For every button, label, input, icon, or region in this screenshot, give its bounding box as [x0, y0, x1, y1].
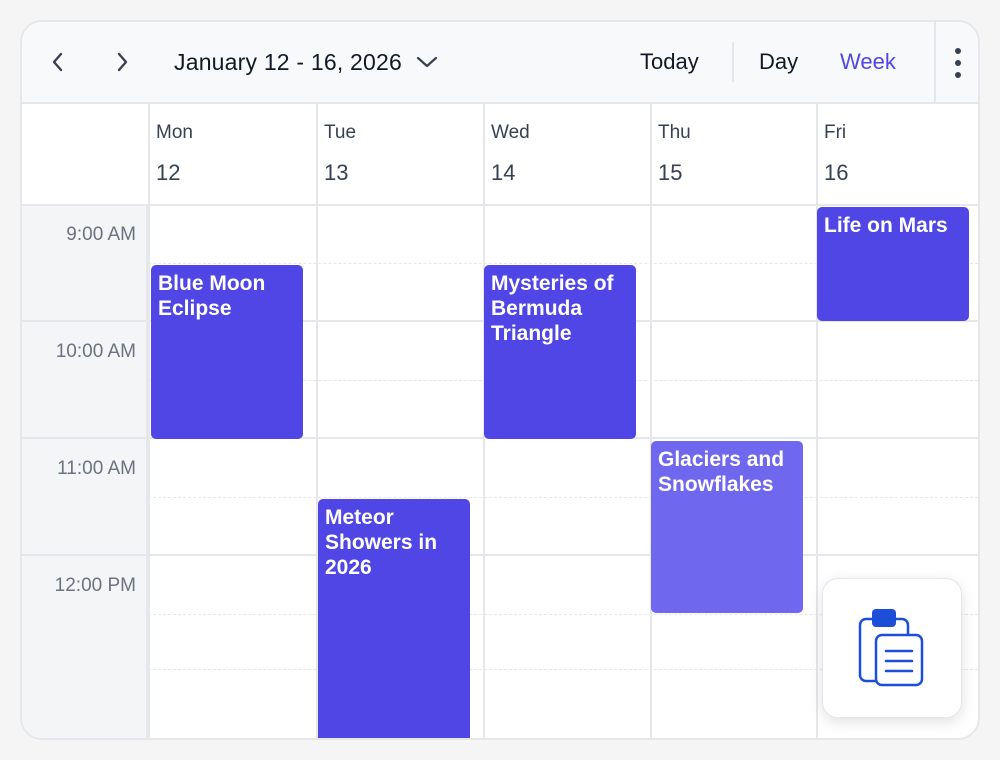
today-button[interactable]: Today: [640, 44, 699, 80]
next-button[interactable]: [108, 48, 136, 76]
event-card[interactable]: Blue Moon Eclipse: [151, 265, 303, 439]
time-gutter: 9:00 AM 10:00 AM 11:00 AM 12:00 PM: [22, 206, 148, 738]
grid-half-hour-line: [148, 497, 978, 498]
week-view-button[interactable]: Week: [840, 44, 896, 80]
day-header-fri[interactable]: Fri 16: [818, 104, 978, 204]
day-header-tue[interactable]: Tue 13: [318, 104, 483, 204]
toolbar-divider: [732, 42, 734, 82]
day-name: Tue: [324, 122, 357, 143]
more-options-button[interactable]: [950, 48, 966, 78]
chevron-right-icon: [117, 52, 128, 72]
event-card[interactable]: Glaciers and Snowflakes: [651, 441, 803, 613]
day-date: 13: [324, 160, 349, 185]
date-range-dropdown[interactable]: January 12 - 16, 2026: [174, 44, 438, 80]
day-header-thu[interactable]: Thu 15: [652, 104, 816, 204]
clipboard-button[interactable]: [822, 578, 962, 718]
kebab-dot-icon: [955, 72, 961, 78]
time-label: 12:00 PM: [54, 575, 136, 596]
time-label: 11:00 AM: [57, 458, 136, 479]
event-card[interactable]: Meteor Showers in 2026: [318, 499, 470, 738]
event-card[interactable]: Mysteries of Bermuda Triangle: [484, 265, 636, 439]
grid-column-line: [650, 104, 652, 738]
event-title: Meteor Showers in 2026: [325, 506, 438, 579]
event-card[interactable]: Life on Mars: [817, 207, 969, 321]
event-title: Glaciers and Snowflakes: [658, 448, 785, 496]
day-name: Wed: [491, 122, 530, 143]
day-header-row: Mon 12 Tue 13 Wed 14 Thu 15 Fri 16: [22, 104, 978, 206]
calendar-widget: January 12 - 16, 2026 Today Day Week Mon…: [20, 20, 980, 740]
previous-button[interactable]: [44, 48, 72, 76]
grid-column-line: [816, 104, 818, 738]
day-name: Thu: [658, 122, 691, 143]
event-title: Life on Mars: [824, 214, 948, 237]
day-view-button[interactable]: Day: [759, 44, 798, 80]
day-header-mon[interactable]: Mon 12: [150, 104, 316, 204]
day-name: Mon: [156, 122, 193, 143]
time-label: 9:00 AM: [66, 224, 136, 245]
day-date: 14: [491, 160, 516, 185]
day-date: 12: [156, 160, 181, 185]
chevron-left-icon: [52, 52, 63, 72]
kebab-dot-icon: [955, 60, 961, 66]
chevron-down-icon: [416, 56, 438, 68]
day-name: Fri: [824, 122, 847, 143]
clipboard-icon: [858, 609, 924, 687]
calendar-toolbar: January 12 - 16, 2026 Today Day Week: [22, 22, 978, 104]
event-title: Mysteries of Bermuda Triangle: [491, 272, 614, 345]
date-range-label: January 12 - 16, 2026: [174, 48, 402, 75]
toolbar-divider: [934, 22, 936, 102]
time-label: 10:00 AM: [55, 341, 136, 362]
kebab-dot-icon: [955, 48, 961, 54]
day-date: 16: [824, 160, 849, 185]
grid-hour-line: [22, 554, 978, 556]
grid-column-line: [148, 104, 150, 738]
event-title: Blue Moon Eclipse: [158, 272, 266, 320]
day-header-wed[interactable]: Wed 14: [485, 104, 650, 204]
day-date: 15: [658, 160, 683, 185]
